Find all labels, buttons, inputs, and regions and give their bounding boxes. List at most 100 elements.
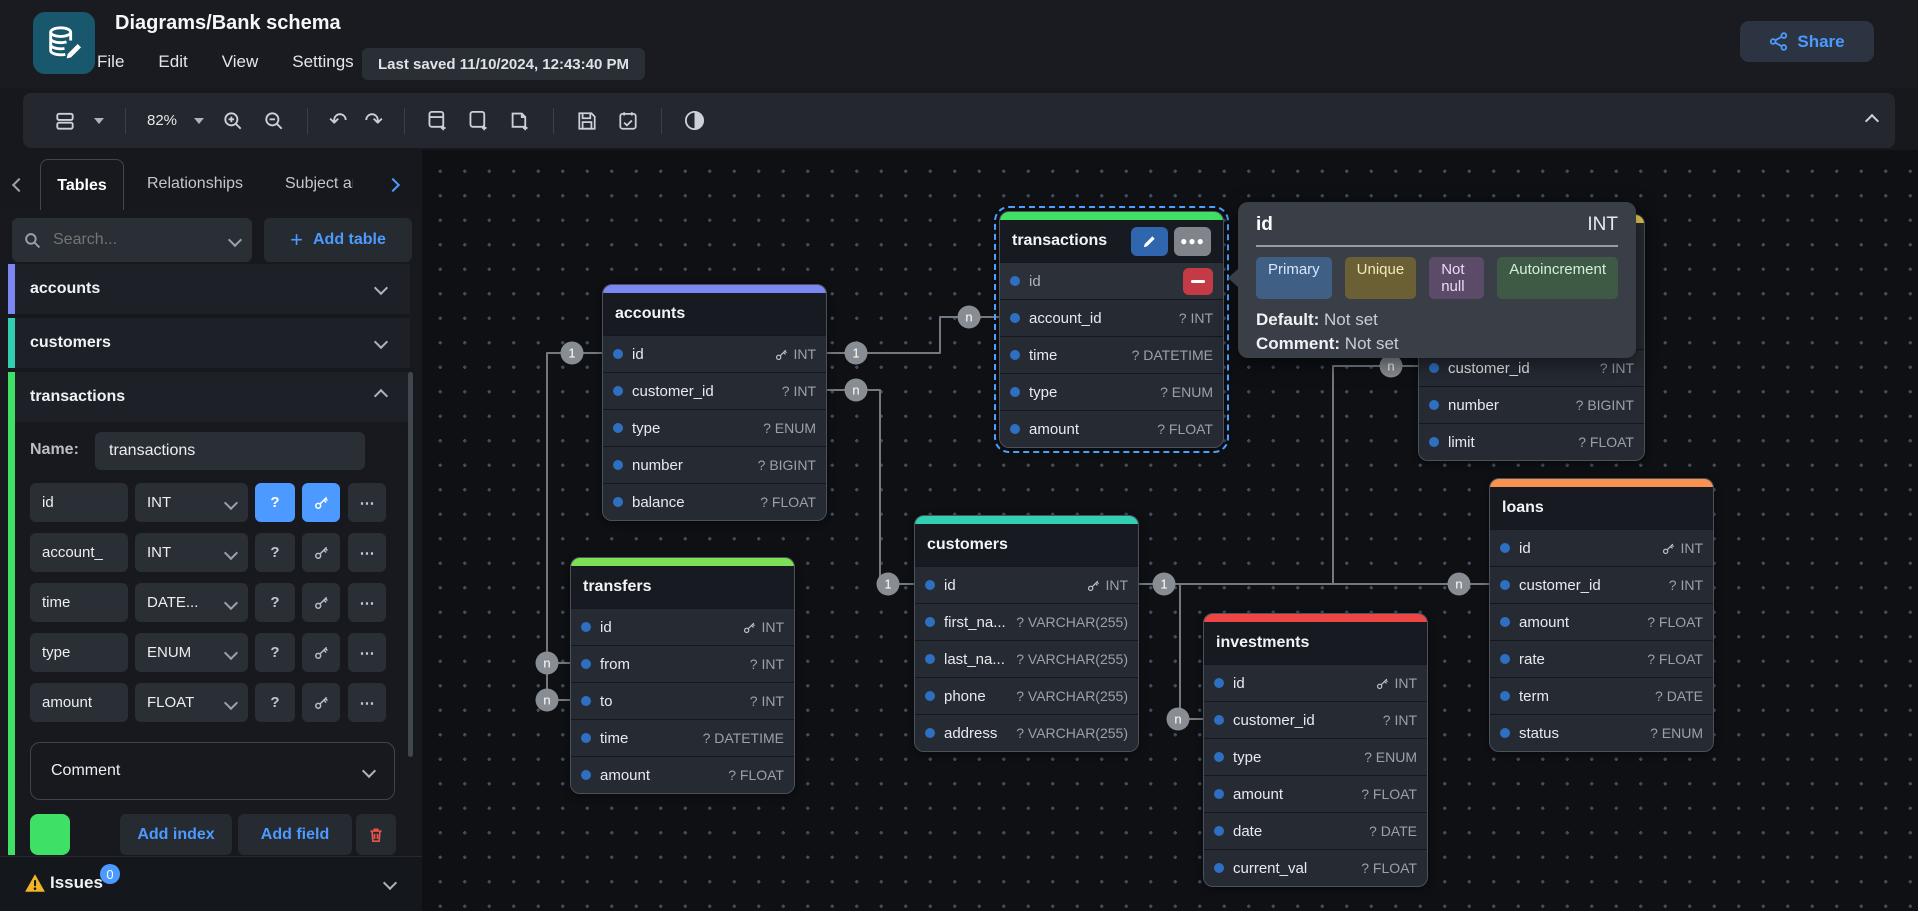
table-row[interactable]: address? VARCHAR(255) (915, 714, 1138, 751)
share-button[interactable]: Share (1740, 21, 1874, 62)
connection-dot[interactable] (1214, 678, 1224, 688)
table-row[interactable]: time? DATETIME (1000, 336, 1223, 373)
connection-dot[interactable] (1500, 543, 1510, 553)
table-row[interactable]: limit? FLOAT (1419, 423, 1644, 460)
save-icon[interactable] (575, 109, 599, 133)
table-row[interactable]: idINT (1204, 664, 1427, 701)
zoom-caret-icon[interactable] (194, 118, 204, 124)
connection-dot[interactable] (1214, 863, 1224, 873)
table-row[interactable]: idINT (1490, 529, 1713, 566)
table-header[interactable]: investments (1204, 622, 1427, 664)
table-more-button[interactable]: ●●● (1174, 227, 1211, 256)
field-name-input[interactable] (30, 633, 128, 672)
table-row[interactable]: from? INT (571, 645, 794, 682)
delete-field-button[interactable] (1183, 268, 1213, 295)
connection-dot[interactable] (581, 770, 591, 780)
connection-dot[interactable] (613, 497, 623, 507)
field-more-button[interactable]: ⋯ (348, 583, 386, 622)
add-table-button[interactable]: + Add table (264, 218, 412, 262)
connection-dot[interactable] (1500, 691, 1510, 701)
field-more-button[interactable]: ⋯ (348, 633, 386, 672)
menu-edit[interactable]: Edit (154, 50, 191, 74)
connection-dot[interactable] (1500, 654, 1510, 664)
sidebar-item-customers[interactable]: customers (8, 318, 410, 368)
table-search[interactable] (12, 218, 252, 262)
connection-dot[interactable] (925, 654, 935, 664)
tab-tables[interactable]: Tables (40, 159, 124, 211)
table-row[interactable]: to? INT (571, 682, 794, 719)
tab-subject-areas[interactable]: Subject ar (285, 157, 353, 210)
connection-dot[interactable] (1429, 363, 1439, 373)
table-row[interactable]: type? ENUM (1000, 373, 1223, 410)
canvas-table-accounts[interactable]: accounts idINT customer_id? INT type? EN… (602, 284, 827, 521)
field-type-select[interactable]: FLOAT (135, 683, 248, 722)
add-index-button[interactable]: Add index (120, 814, 232, 855)
redo-icon[interactable]: ↷ (364, 110, 382, 132)
table-row[interactable]: current_val? FLOAT (1204, 849, 1427, 886)
field-more-button[interactable]: ⋯ (348, 483, 386, 522)
table-row[interactable]: amount? FLOAT (1000, 410, 1223, 447)
nullable-toggle[interactable]: ? (255, 633, 295, 672)
field-name-input[interactable] (30, 583, 128, 622)
tabs-scroll-right-icon[interactable] (388, 177, 398, 195)
connection-dot[interactable] (581, 659, 591, 669)
connection-dot[interactable] (581, 696, 591, 706)
comment-section[interactable]: Comment (30, 742, 395, 800)
connection-dot[interactable] (1429, 437, 1439, 447)
field-name-input[interactable] (30, 683, 128, 722)
connection-dot[interactable] (1500, 728, 1510, 738)
table-row[interactable]: status? ENUM (1490, 714, 1713, 751)
connection-dot[interactable] (581, 733, 591, 743)
primary-key-toggle[interactable] (302, 483, 340, 522)
field-name-input[interactable] (30, 533, 128, 572)
primary-key-toggle[interactable] (302, 633, 340, 672)
nullable-toggle[interactable]: ? (255, 583, 295, 622)
table-row[interactable]: idINT (603, 335, 826, 372)
primary-key-toggle[interactable] (302, 533, 340, 572)
menu-settings[interactable]: Settings (288, 50, 357, 74)
add-note-icon[interactable] (508, 109, 532, 133)
menu-file[interactable]: File (93, 50, 128, 74)
field-more-button[interactable]: ⋯ (348, 683, 386, 722)
connection-dot[interactable] (1010, 276, 1020, 286)
connection-dot[interactable] (1010, 424, 1020, 434)
search-dropdown-icon[interactable] (228, 233, 242, 247)
table-row[interactable]: rate? FLOAT (1490, 640, 1713, 677)
field-type-select[interactable]: DATE... (135, 583, 248, 622)
nullable-toggle[interactable]: ? (255, 483, 295, 522)
connection-dot[interactable] (613, 349, 623, 359)
table-row[interactable]: last_na...? VARCHAR(255) (915, 640, 1138, 677)
layout-icon[interactable] (53, 109, 77, 133)
zoom-out-icon[interactable] (262, 109, 286, 133)
table-row[interactable]: type? ENUM (603, 409, 826, 446)
canvas-table-loans[interactable]: loans idINT customer_id? INT amount? FLO… (1489, 478, 1714, 752)
field-type-select[interactable]: ENUM (135, 633, 248, 672)
table-row[interactable]: date? DATE (1204, 812, 1427, 849)
table-row[interactable]: type? ENUM (1204, 738, 1427, 775)
connection-dot[interactable] (1010, 350, 1020, 360)
issues-chevron-icon[interactable] (385, 875, 395, 893)
theme-contrast-icon[interactable] (683, 109, 707, 133)
zoom-in-icon[interactable] (221, 109, 245, 133)
table-row[interactable]: account_id? INT (1000, 299, 1223, 336)
connection-dot[interactable] (1500, 617, 1510, 627)
table-header[interactable]: accounts (603, 293, 826, 335)
connection-dot[interactable] (925, 617, 935, 627)
canvas-table-transactions[interactable]: transactions ●●● id account_id? INT time… (999, 211, 1224, 448)
issues-bar[interactable]: Issues 0 (0, 856, 422, 911)
chevron-down-icon[interactable] (376, 334, 386, 352)
app-logo[interactable] (33, 12, 95, 74)
table-row[interactable]: amount? FLOAT (1204, 775, 1427, 812)
field-more-button[interactable]: ⋯ (348, 533, 386, 572)
table-row[interactable]: customer_id? INT (1490, 566, 1713, 603)
connection-dot[interactable] (1429, 400, 1439, 410)
table-row[interactable]: idINT (915, 566, 1138, 603)
sidebar-item-accounts[interactable]: accounts (8, 264, 410, 314)
table-row[interactable]: id (1000, 262, 1223, 299)
connection-dot[interactable] (1214, 826, 1224, 836)
zoom-level[interactable]: 82% (147, 112, 177, 129)
connection-dot[interactable] (1500, 580, 1510, 590)
table-row[interactable]: balance? FLOAT (603, 483, 826, 520)
table-name-input[interactable] (95, 432, 365, 470)
connection-dot[interactable] (613, 460, 623, 470)
